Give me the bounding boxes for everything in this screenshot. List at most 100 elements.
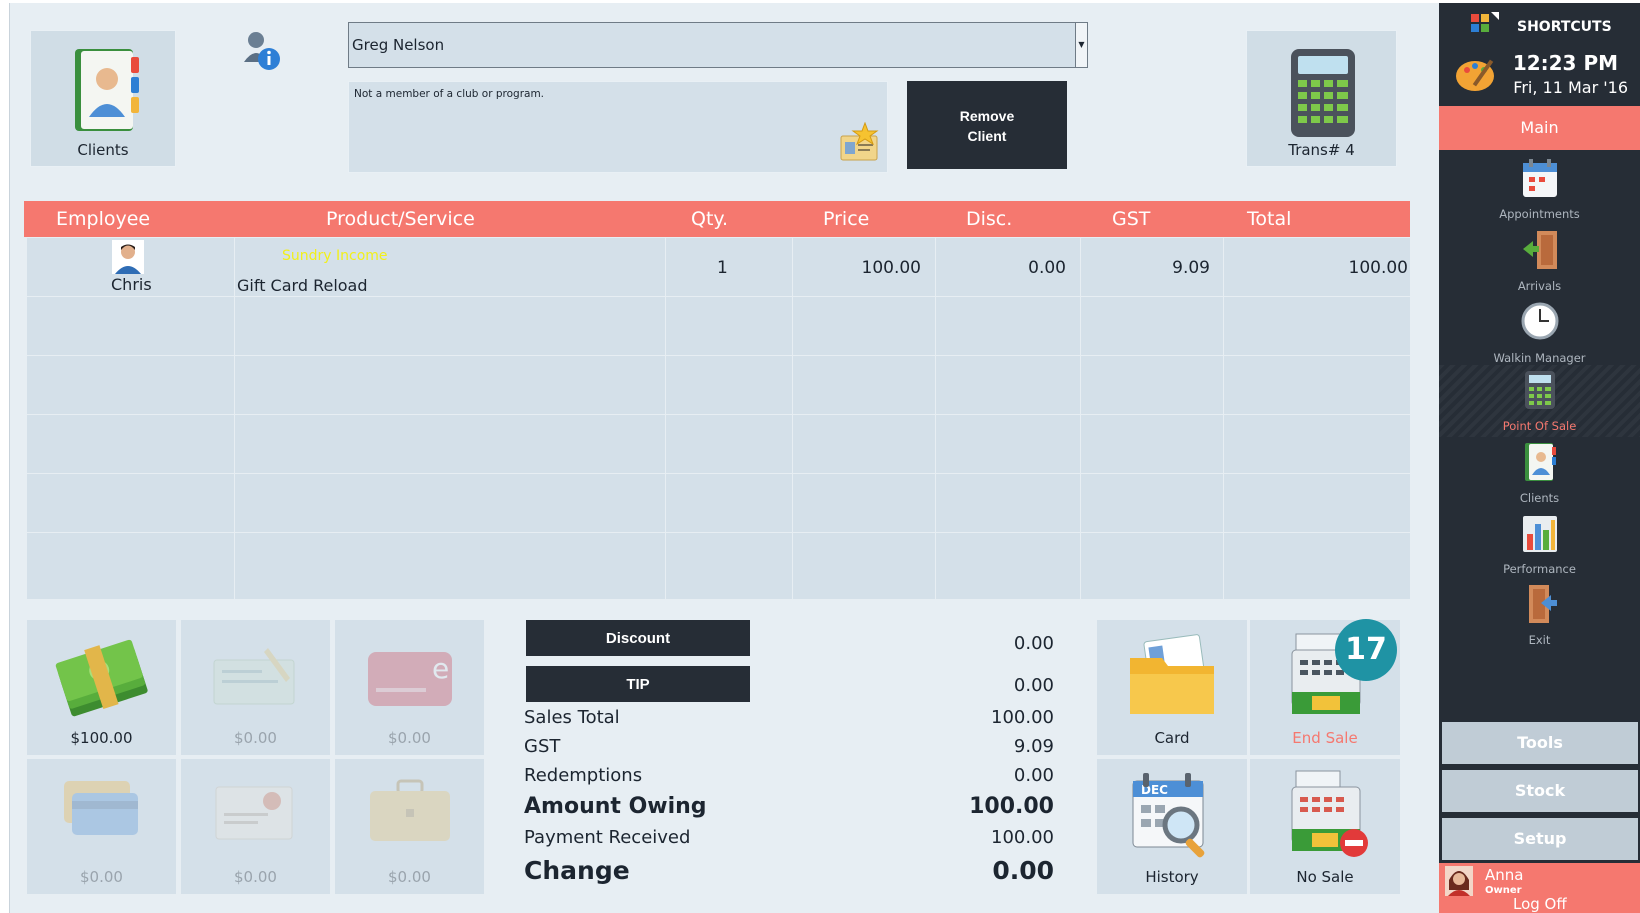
no-sale-register-icon: [1291, 770, 1368, 857]
amount-owing-value: 100.00: [969, 794, 1054, 819]
credit-cards-icon: [64, 781, 138, 835]
sidebar-item-label: Performance: [1503, 562, 1576, 576]
transaction-tile[interactable]: Trans# 4: [1246, 30, 1397, 167]
discount-button[interactable]: Discount: [526, 620, 750, 656]
avatar: [1445, 866, 1473, 896]
payment-gift-voucher[interactable]: $0.00: [181, 759, 330, 894]
log-off-link[interactable]: Log Off: [1513, 895, 1567, 913]
table-row[interactable]: [27, 415, 1410, 474]
sidebar-tools-button[interactable]: Tools: [1442, 722, 1638, 764]
payment-cheque-amount: $0.00: [234, 729, 277, 747]
account-briefcase-icon: [370, 779, 450, 841]
exit-door-icon: [1529, 585, 1557, 623]
sidebar-item-appointments[interactable]: Appointments: [1439, 153, 1640, 225]
sidebar-item-clients[interactable]: Clients: [1439, 437, 1640, 509]
col-price: Price: [823, 208, 870, 230]
payment-gift-voucher-amount: $0.00: [234, 868, 277, 886]
shortcuts-icon[interactable]: [1471, 12, 1499, 34]
card-button[interactable]: Card: [1097, 620, 1247, 755]
sidebar-item-label: Point Of Sale: [1502, 419, 1577, 433]
clock-time: 12:23 PM: [1512, 51, 1618, 75]
tip-value: 0.00: [1013, 675, 1054, 696]
table-row[interactable]: [27, 474, 1410, 533]
no-sale-label: No Sale: [1296, 868, 1354, 886]
calendar-icon: [1523, 159, 1557, 197]
client-info-icon[interactable]: [242, 30, 282, 72]
cheque-icon: [213, 648, 295, 705]
row-gst: 9.09: [1172, 258, 1210, 278]
payment-received-label: Payment Received: [524, 827, 691, 848]
sidebar-item-arrivals[interactable]: Arrivals: [1439, 225, 1640, 297]
calculator-icon: [1525, 371, 1555, 409]
payment-eftpos-amount: $0.00: [388, 729, 431, 747]
card-folder-icon: [1130, 634, 1214, 714]
payment-credit-card-amount: $0.00: [80, 868, 123, 886]
gift-voucher-icon: [215, 786, 293, 840]
sidebar-item-performance[interactable]: Performance: [1439, 508, 1640, 580]
table-row[interactable]: Chris Sundry Income Gift Card Reload 1 1…: [27, 238, 1410, 297]
row-qty: 1: [717, 258, 728, 278]
shortcuts-label[interactable]: SHORTCUTS: [1517, 19, 1612, 35]
table-row[interactable]: [27, 533, 1410, 592]
clock-date: Fri, 11 Mar '16: [1513, 78, 1628, 97]
transaction-number: Trans# 4: [1288, 141, 1355, 159]
sidebar-header: SHORTCUTS 12:23 PM Fri, 11 Mar '16: [1439, 3, 1640, 103]
change-label: Change: [524, 856, 630, 885]
chevron-down-icon[interactable]: ▼: [1075, 23, 1087, 67]
discount-value: 0.00: [1013, 633, 1054, 654]
client-name: Greg Nelson: [352, 36, 445, 54]
col-disc: Disc.: [966, 208, 1013, 230]
sales-total-value: 100.00: [991, 707, 1054, 728]
remove-client-button[interactable]: Remove Client: [907, 81, 1067, 169]
sale-table-header: Employee Product/Service Qty. Price Disc…: [24, 201, 1410, 237]
history-button[interactable]: DEC History: [1097, 759, 1247, 894]
payment-cash[interactable]: $100.00: [27, 620, 176, 755]
loyalty-card-icon[interactable]: [839, 122, 881, 162]
payment-cash-amount: $100.00: [70, 729, 133, 747]
svg-text:e: e: [432, 652, 449, 685]
sidebar-setup-button[interactable]: Setup: [1442, 818, 1638, 860]
pos-window: Clients Greg Nelson ▼ Not a member of a …: [9, 3, 1640, 913]
theme-palette-icon[interactable]: [1455, 56, 1499, 94]
sidebar-stock-button[interactable]: Stock: [1442, 770, 1638, 812]
bar-chart-icon: [1523, 516, 1557, 552]
change-value: 0.00: [992, 856, 1054, 885]
sale-table-body: Chris Sundry Income Gift Card Reload 1 1…: [27, 238, 1410, 599]
payment-methods: $100.00 $0.00 e $0.00 $0.00 $0.00 $0.00: [27, 620, 484, 894]
sidebar-item-point-of-sale[interactable]: Point Of Sale: [1439, 365, 1640, 437]
sidebar-item-label: Arrivals: [1517, 279, 1562, 293]
step-badge: 17: [1335, 619, 1397, 681]
sidebar-item-exit[interactable]: Exit: [1439, 579, 1640, 651]
clients-tile[interactable]: Clients: [30, 30, 176, 167]
address-book-icon: [1525, 443, 1556, 481]
table-row[interactable]: [27, 356, 1410, 415]
remove-client-line2: Client: [967, 128, 1007, 144]
payment-eftpos[interactable]: e $0.00: [335, 620, 484, 755]
end-sale-label: End Sale: [1292, 729, 1358, 747]
sales-total-label: Sales Total: [524, 707, 620, 728]
cash-icon: [55, 639, 148, 717]
product-category: Sundry Income: [282, 248, 388, 264]
payment-account[interactable]: $0.00: [335, 759, 484, 894]
client-select[interactable]: Greg Nelson ▼: [348, 22, 1088, 68]
no-sale-button[interactable]: No Sale: [1250, 759, 1400, 894]
sidebar-item-walkin-manager[interactable]: Walkin Manager: [1439, 297, 1640, 369]
payment-account-amount: $0.00: [388, 868, 431, 886]
employee-avatar: [112, 240, 144, 274]
tip-button[interactable]: TIP: [526, 666, 750, 702]
col-gst: GST: [1112, 208, 1151, 230]
membership-text: Not a member of a club or program.: [354, 88, 545, 100]
payment-credit-card[interactable]: $0.00: [27, 759, 176, 894]
row-price: 100.00: [861, 258, 921, 278]
col-total: Total: [1247, 208, 1292, 230]
sidebar-main-tab[interactable]: Main: [1439, 106, 1640, 150]
payment-cheque[interactable]: $0.00: [181, 620, 330, 755]
product-name: Gift Card Reload: [237, 276, 368, 295]
history-label: History: [1145, 868, 1199, 886]
gst-label: GST: [524, 736, 561, 757]
card-label: Card: [1154, 729, 1190, 747]
user-panel[interactable]: Anna Owner Log Off: [1439, 863, 1640, 913]
membership-box: Not a member of a club or program.: [348, 81, 888, 173]
col-product: Product/Service: [326, 208, 475, 230]
table-row[interactable]: [27, 297, 1410, 356]
